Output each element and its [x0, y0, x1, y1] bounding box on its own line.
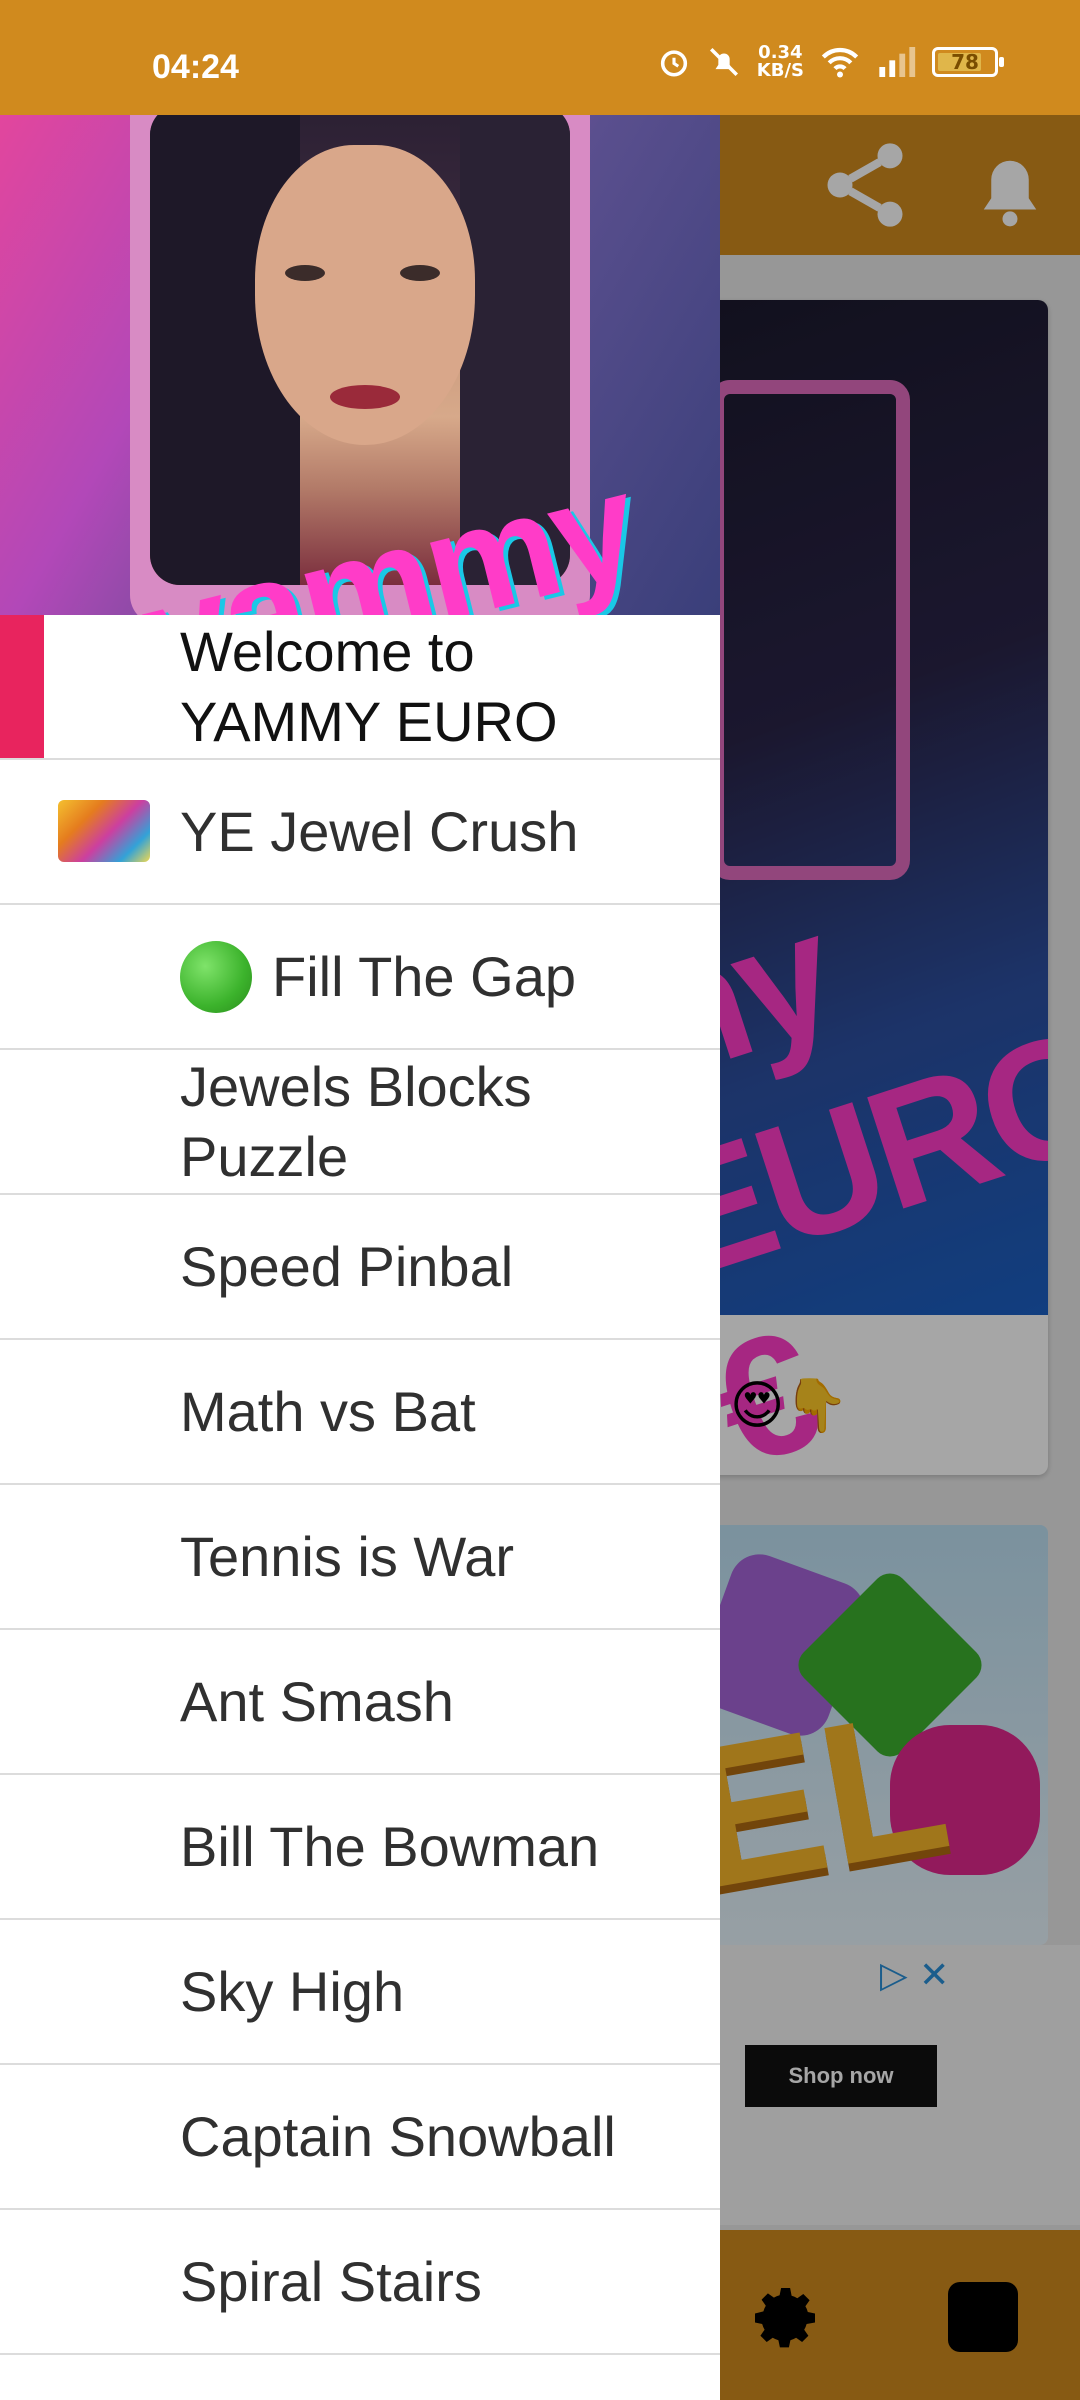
menu-item-label: Captain Snowball	[180, 2104, 616, 2168]
status-icons: 0.34 KB/S 78	[657, 44, 1004, 80]
menu-item-ant-smash[interactable]: Ant Smash	[0, 1630, 720, 1775]
menu-item-fill-the-gap[interactable]: Fill The Gap	[0, 905, 720, 1050]
menu-item-label: Speed Pinbal	[180, 1234, 514, 1298]
menu-item-bill-the-bowman[interactable]: Bill The Bowman	[0, 1775, 720, 1920]
speed-unit: KB/S	[756, 60, 804, 81]
menu-item-speed-pinbal[interactable]: Speed Pinbal	[0, 1195, 720, 1340]
active-indicator	[0, 615, 44, 758]
menu-item-label: Spiral Stairs	[180, 2249, 482, 2313]
menu-item-spiral-stairs[interactable]: Spiral Stairs	[0, 2210, 720, 2355]
mute-bell-icon	[709, 47, 738, 77]
drawer-header-image: yammy EURO	[0, 115, 720, 615]
alarm-icon	[660, 50, 687, 77]
menu-item-sky-high[interactable]: Sky High	[0, 1920, 720, 2065]
menu-item-ye-jewel-crush[interactable]: YE Jewel Crush	[0, 760, 720, 905]
menu-item-label: Sky High	[180, 1959, 405, 2023]
battery-level: 78	[951, 50, 979, 74]
menu-item-label: YE Jewel Crush	[180, 799, 579, 863]
menu-item-label: Tennis is War	[180, 1524, 515, 1588]
menu-item-label: Bill The Bowman	[180, 1814, 600, 1878]
menu-item-captain-snowball[interactable]: Captain Snowball	[0, 2065, 720, 2210]
drawer-menu: Welcome to YAMMY EURO YE Jewel Crush Fil…	[0, 615, 720, 2355]
menu-item-label: Ant Smash	[180, 1669, 454, 1733]
jewel-crush-thumbnail	[58, 800, 150, 862]
network-speed: 0.34 KB/S	[757, 44, 804, 80]
menu-item-label: Fill The Gap	[272, 944, 576, 1008]
menu-item-label: Jewels Blocks Puzzle	[180, 1054, 532, 1188]
battery-icon: 78	[932, 47, 1004, 77]
signal-icon	[879, 47, 916, 77]
menu-item-math-vs-bat[interactable]: Math vs Bat	[0, 1340, 720, 1485]
menu-item-label: Welcome to YAMMY EURO	[180, 619, 558, 753]
menu-item-tennis-is-war[interactable]: Tennis is War	[0, 1485, 720, 1630]
clock: 04:24	[152, 48, 239, 86]
menu-item-jewels-blocks-puzzle[interactable]: Jewels Blocks Puzzle	[0, 1050, 720, 1195]
menu-item-welcome[interactable]: Welcome to YAMMY EURO	[0, 615, 720, 760]
navigation-drawer: yammy EURO Welcome to YAMMY EURO YE Jewe…	[0, 115, 720, 2400]
wifi-icon	[821, 47, 859, 78]
menu-item-label: Math vs Bat	[180, 1379, 476, 1443]
status-bar: 04:24 0.34 KB/S 78	[0, 0, 1080, 115]
green-circle-icon	[180, 940, 252, 1013]
